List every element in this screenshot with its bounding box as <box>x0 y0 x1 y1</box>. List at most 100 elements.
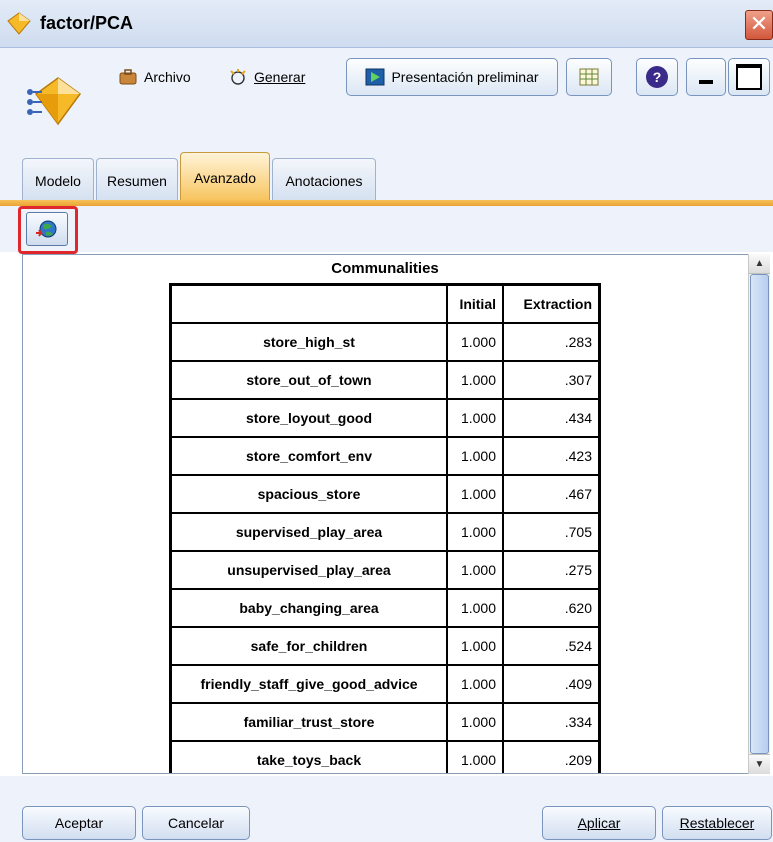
variable-cell: familiar_trust_store <box>171 703 447 741</box>
menu-archivo[interactable]: Archivo <box>118 60 191 94</box>
minimize-icon <box>699 80 713 84</box>
initial-cell: 1.000 <box>447 551 503 589</box>
title-bar: factor/PCA ✕ <box>0 0 773 48</box>
extraction-cell: .307 <box>503 361 599 399</box>
maximize-button[interactable] <box>728 58 770 96</box>
vertical-scrollbar[interactable]: ▲ ▼ <box>748 254 770 774</box>
help-button[interactable]: ? <box>636 58 678 96</box>
aceptar-label: Aceptar <box>54 815 104 831</box>
output-viewer: Communalities Initial Extraction store_h… <box>22 254 770 774</box>
close-button[interactable]: ✕ <box>745 10 773 40</box>
table-row: familiar_trust_store 1.000.334 <box>171 703 599 741</box>
advanced-toolbar <box>0 206 773 252</box>
table-row: store_comfort_env 1.000.423 <box>171 437 599 475</box>
extraction-cell: .620 <box>503 589 599 627</box>
initial-cell: 1.000 <box>447 437 503 475</box>
table-row: store_high_st 1.000.283 <box>171 323 599 361</box>
extraction-cell: .434 <box>503 399 599 437</box>
header-initial: Initial <box>447 285 503 323</box>
pivot-title: Communalities <box>331 260 439 277</box>
tab-modelo-label: Modelo <box>35 172 81 189</box>
generate-sparkle-icon <box>230 69 246 85</box>
tab-resumen[interactable]: Resumen <box>96 158 178 202</box>
extraction-cell: .283 <box>503 323 599 361</box>
table-row: baby_changing_area 1.000.620 <box>171 589 599 627</box>
extraction-cell: .423 <box>503 437 599 475</box>
tab-anotaciones[interactable]: Anotaciones <box>272 158 376 202</box>
restablecer-button[interactable]: Restablecer <box>662 806 772 840</box>
initial-cell: 1.000 <box>447 475 503 513</box>
variable-cell: store_out_of_town <box>171 361 447 399</box>
aceptar-button[interactable]: Aceptar <box>22 806 136 840</box>
window-title: factor/PCA <box>40 13 134 33</box>
table-row: friendly_staff_give_good_advice 1.000.409 <box>171 665 599 703</box>
extraction-cell: .334 <box>503 703 599 741</box>
communalities-table: Initial Extraction store_high_st 1.000.28… <box>169 283 601 773</box>
maximize-icon <box>736 64 762 90</box>
restablecer-label: Restablecer <box>679 815 755 831</box>
cancelar-button[interactable]: Cancelar <box>142 806 250 840</box>
variable-cell: spacious_store <box>171 475 447 513</box>
highlight-annotation <box>18 206 78 254</box>
export-button[interactable] <box>566 58 612 96</box>
initial-cell: 1.000 <box>447 741 503 773</box>
variable-cell: safe_for_children <box>171 627 447 665</box>
extraction-cell: .467 <box>503 475 599 513</box>
table-row: store_loyout_good 1.000.434 <box>171 399 599 437</box>
cancelar-label: Cancelar <box>167 815 225 831</box>
variable-cell: supervised_play_area <box>171 513 447 551</box>
header-empty <box>171 285 447 323</box>
table-row: supervised_play_area 1.000.705 <box>171 513 599 551</box>
aplicar-button[interactable]: Aplicar <box>542 806 656 840</box>
variable-cell: friendly_staff_give_good_advice <box>171 665 447 703</box>
initial-cell: 1.000 <box>447 703 503 741</box>
table-row: unsupervised_play_area 1.000.275 <box>171 551 599 589</box>
play-preview-icon <box>365 68 385 86</box>
table-header-row: Initial Extraction <box>171 285 599 323</box>
extraction-cell: .524 <box>503 627 599 665</box>
preview-button[interactable]: Presentación preliminar <box>346 58 558 96</box>
scroll-thumb[interactable] <box>750 274 769 754</box>
variable-cell: store_loyout_good <box>171 399 447 437</box>
briefcase-icon <box>119 69 137 85</box>
variable-cell: store_comfort_env <box>171 437 447 475</box>
node-diamond-icon <box>7 12 31 35</box>
table-row: safe_for_children 1.000.524 <box>171 627 599 665</box>
help-icon: ? <box>646 66 668 88</box>
export-table-icon <box>579 68 599 86</box>
minimize-button[interactable] <box>686 58 726 96</box>
tab-avanzado[interactable]: Avanzado <box>180 152 270 202</box>
initial-cell: 1.000 <box>447 361 503 399</box>
table-row: take_toys_back 1.000.209 <box>171 741 599 773</box>
header-extraction: Extraction <box>503 285 599 323</box>
initial-cell: 1.000 <box>447 665 503 703</box>
extraction-cell: .705 <box>503 513 599 551</box>
initial-cell: 1.000 <box>447 513 503 551</box>
tab-avanzado-label: Avanzado <box>193 169 256 186</box>
menu-generar-label: Generar <box>254 69 306 85</box>
initial-cell: 1.000 <box>447 627 503 665</box>
variable-cell: unsupervised_play_area <box>171 551 447 589</box>
extraction-cell: .409 <box>503 665 599 703</box>
variable-cell: store_high_st <box>171 323 447 361</box>
menu-generar[interactable]: Generar <box>228 60 305 94</box>
initial-cell: 1.000 <box>447 399 503 437</box>
extraction-cell: .275 <box>503 551 599 589</box>
tab-anotaciones-label: Anotaciones <box>285 172 363 189</box>
aplicar-label: Aplicar <box>577 815 621 831</box>
table-row: spacious_store 1.000.467 <box>171 475 599 513</box>
extraction-cell: .209 <box>503 741 599 773</box>
tab-resumen-label: Resumen <box>107 172 167 189</box>
model-node-icon <box>27 77 82 126</box>
variable-cell: baby_changing_area <box>171 589 447 627</box>
preview-label: Presentación preliminar <box>391 69 539 85</box>
tab-modelo[interactable]: Modelo <box>22 158 94 202</box>
table-row: store_out_of_town 1.000.307 <box>171 361 599 399</box>
scroll-down-arrow-icon[interactable]: ▼ <box>749 754 770 774</box>
initial-cell: 1.000 <box>447 323 503 361</box>
menu-archivo-label: Archivo <box>144 69 191 85</box>
scroll-up-arrow-icon[interactable]: ▲ <box>749 254 770 274</box>
variable-cell: take_toys_back <box>171 741 447 773</box>
close-icon: ✕ <box>749 11 769 36</box>
initial-cell: 1.000 <box>447 589 503 627</box>
